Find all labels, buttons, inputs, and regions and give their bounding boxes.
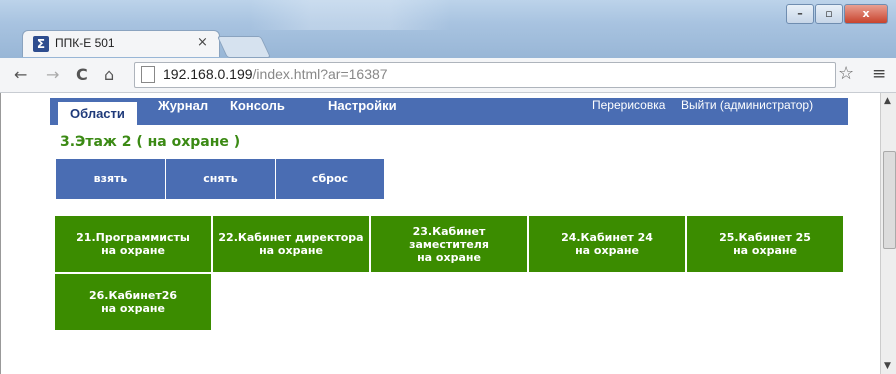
home-icon[interactable]: ⌂	[104, 65, 114, 84]
tab-title: ППК-Е 501	[55, 36, 115, 50]
tab-areas[interactable]: Области	[58, 102, 137, 125]
close-window-button[interactable]: x	[844, 4, 888, 24]
zone-tile[interactable]: 26.Кабинет26 на охране	[54, 273, 212, 331]
reload-icon[interactable]: C	[76, 65, 88, 84]
zone-tile[interactable]: 25.Кабинет 25 на охране	[686, 215, 844, 273]
url-host: 192.168.0.199	[163, 66, 253, 82]
zone-label: 22.Кабинет директора	[218, 231, 364, 244]
bookmark-star-icon[interactable]: ☆	[838, 63, 854, 84]
disarm-button[interactable]: снять	[165, 158, 276, 200]
tab-journal[interactable]: Журнал	[158, 98, 208, 125]
zone-tile[interactable]: 24.Кабинет 24 на охране	[528, 215, 686, 273]
sigma-favicon-icon: Σ	[33, 36, 49, 52]
url-text: 192.168.0.199/index.html?ar=16387	[163, 66, 388, 82]
browser-tab[interactable]: Σ ППК-Е 501 ×	[22, 30, 220, 57]
zone-label-line2: заместителя	[409, 237, 489, 251]
zone-tile[interactable]: 23.Кабинет заместителя на охране	[370, 215, 528, 273]
zone-tile[interactable]: 22.Кабинет директора на охране	[212, 215, 370, 273]
zone-status: на охране	[259, 244, 323, 257]
minimize-button[interactable]: –	[786, 4, 814, 24]
zone-tile[interactable]: 21.Программисты на охране	[54, 215, 212, 273]
tab-close-icon[interactable]: ×	[197, 35, 208, 50]
browser-toolbar: ← → C ⌂ 192.168.0.199/index.html?ar=1638…	[0, 58, 896, 93]
zone-status: на охране	[575, 244, 639, 257]
scroll-down-icon[interactable]: ▼	[884, 361, 891, 371]
zone-label: 23.Кабинет	[412, 224, 486, 238]
url-path: /index.html?ar=16387	[252, 66, 388, 82]
tab-console[interactable]: Консоль	[230, 98, 285, 125]
zone-status: на охране	[417, 250, 481, 264]
menu-icon[interactable]: ≡	[872, 64, 886, 84]
top-navigation: Области Журнал Консоль Настройки Перерис…	[50, 98, 848, 125]
zone-status: на охране	[733, 244, 797, 257]
page-viewport: Области Журнал Консоль Настройки Перерис…	[0, 93, 881, 374]
zone-label: 26.Кабинет26	[88, 289, 178, 302]
page-icon	[141, 66, 155, 83]
window-titlebar: Σ ППК-Е 501 × – ▫ x	[0, 0, 896, 58]
maximize-button[interactable]: ▫	[815, 4, 843, 24]
arm-button[interactable]: взять	[55, 158, 166, 200]
new-tab-button[interactable]	[216, 36, 272, 58]
redraw-link[interactable]: Перерисовка	[592, 98, 665, 125]
window-controls: – ▫ x	[785, 4, 888, 24]
tab-settings[interactable]: Настройки	[328, 98, 397, 125]
reset-button[interactable]: сброс	[275, 158, 385, 200]
scroll-up-icon[interactable]: ▲	[884, 96, 891, 106]
background-window-blur	[250, 0, 450, 30]
address-bar[interactable]: 192.168.0.199/index.html?ar=16387	[134, 62, 836, 88]
back-arrow-icon[interactable]: ←	[14, 65, 27, 84]
logout-link[interactable]: Выйти (администратор)	[681, 98, 813, 125]
zone-status: на охране	[101, 302, 165, 315]
forward-arrow-icon[interactable]: →	[46, 65, 59, 84]
zone-label: 25.Кабинет 25	[719, 231, 811, 244]
zone-status: на охране	[101, 244, 165, 257]
vertical-scrollbar[interactable]: ▲ ▼	[880, 93, 896, 374]
zone-label: 24.Кабинет 24	[561, 231, 653, 244]
zone-label: 21.Программисты	[76, 231, 190, 244]
scroll-thumb[interactable]	[883, 151, 896, 249]
area-title: 3.Этаж 2 ( на охране )	[60, 134, 241, 150]
app-container: Области Журнал Консоль Настройки Перерис…	[50, 98, 848, 374]
